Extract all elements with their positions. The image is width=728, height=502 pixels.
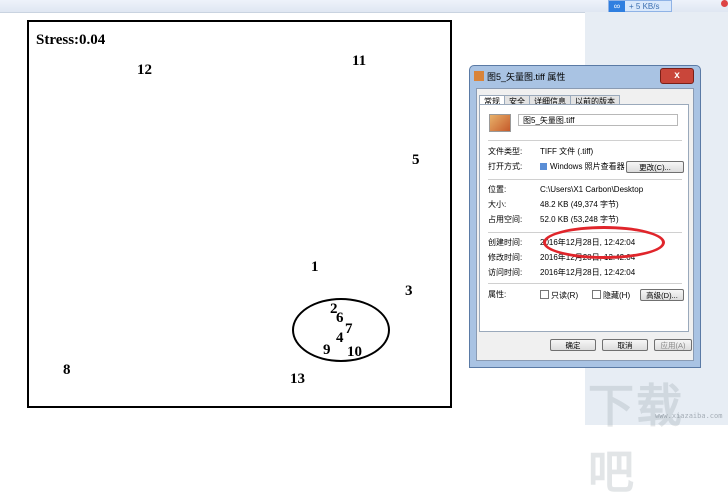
open-with-label: 打开方式:	[488, 162, 523, 171]
file-type-icon	[474, 71, 484, 81]
change-button[interactable]: 更改(C)...	[626, 161, 684, 173]
divider	[488, 179, 682, 180]
ok-button[interactable]: 确定	[550, 339, 596, 351]
dialog-body: 常规 安全 详细信息 以前的版本 图5_矢量图.tiff 文件类型: TIFF 文件 …	[476, 88, 694, 361]
close-button[interactable]: x	[660, 68, 694, 84]
point-label-13: 13	[290, 371, 305, 387]
accessed-label: 访问时间:	[488, 268, 523, 277]
accessed-value: 2016年12月28日, 12:42:04	[540, 268, 636, 277]
file-type-label: 文件类型:	[488, 147, 523, 156]
image-file-icon	[489, 114, 511, 132]
point-label-9: 9	[323, 342, 331, 358]
point-label-1: 1	[311, 259, 319, 275]
link-icon: ∞	[609, 1, 625, 12]
hidden-checkbox[interactable]	[592, 290, 601, 299]
open-with-value: Windows 照片查看器	[550, 162, 625, 171]
point-label-3: 3	[405, 283, 413, 299]
point-label-12: 12	[137, 62, 152, 78]
disk-size-label: 占用空间:	[488, 215, 523, 224]
location-value: C:\Users\X1 Carbon\Desktop	[540, 185, 644, 194]
modified-label: 修改时间:	[488, 253, 523, 262]
tab-strip: 常规 安全 详细信息 以前的版本	[479, 91, 620, 108]
stress-label: Stress:0.04	[36, 32, 106, 48]
file-type-value: TIFF 文件 (.tiff)	[540, 147, 594, 156]
created-label: 创建时间:	[488, 238, 523, 247]
file-properties-dialog: 图5_矢量图.tiff 属性 x 常规 安全 详细信息 以前的版本 图5_矢量图.ti…	[469, 65, 701, 368]
readonly-checkbox[interactable]	[540, 290, 549, 299]
network-speed-badge[interactable]: ∞ + 5 KB/s	[608, 0, 672, 12]
size-highlight-oval	[543, 226, 665, 259]
readonly-label[interactable]: 只读(R)	[551, 291, 578, 300]
divider	[488, 283, 682, 284]
point-label-11: 11	[352, 53, 367, 69]
cancel-button[interactable]: 取消	[602, 339, 648, 351]
apply-button[interactable]: 应用(A)	[654, 339, 692, 351]
dialog-title-bar[interactable]: 图5_矢量图.tiff 属性	[474, 69, 565, 85]
hidden-label[interactable]: 隐藏(H)	[603, 291, 630, 300]
size-value: 48.2 KB (49,374 字节)	[540, 200, 619, 209]
mds-plot: Stress:0.04 12 11 5 1 3 2 6 7 4 9 10 8 1…	[27, 20, 452, 408]
point-label-8: 8	[63, 362, 71, 378]
watermark-logo: 下载吧	[588, 379, 684, 499]
location-label: 位置:	[488, 185, 507, 194]
advanced-button[interactable]: 高级(D)...	[640, 289, 684, 301]
disk-size-value: 52.0 KB (53,248 字节)	[540, 215, 619, 224]
network-speed-text: + 5 KB/s	[629, 2, 660, 11]
point-label-4: 4	[336, 330, 344, 346]
attributes-label: 属性:	[488, 290, 507, 299]
point-label-5: 5	[412, 152, 420, 168]
notification-dot-icon	[721, 0, 728, 7]
filename-field[interactable]: 图5_矢量图.tiff	[518, 114, 678, 126]
watermark-url: www.xiazaiba.com	[655, 412, 723, 420]
photo-viewer-icon	[540, 163, 547, 170]
size-label: 大小:	[488, 200, 507, 209]
dialog-title: 图5_矢量图.tiff 属性	[487, 72, 566, 82]
point-label-10: 10	[347, 344, 362, 360]
general-tab-panel: 图5_矢量图.tiff 文件类型: TIFF 文件 (.tiff) 打开方式: …	[479, 104, 689, 332]
point-label-6: 6	[336, 310, 344, 326]
point-label-7: 7	[345, 321, 353, 337]
divider	[488, 140, 682, 141]
